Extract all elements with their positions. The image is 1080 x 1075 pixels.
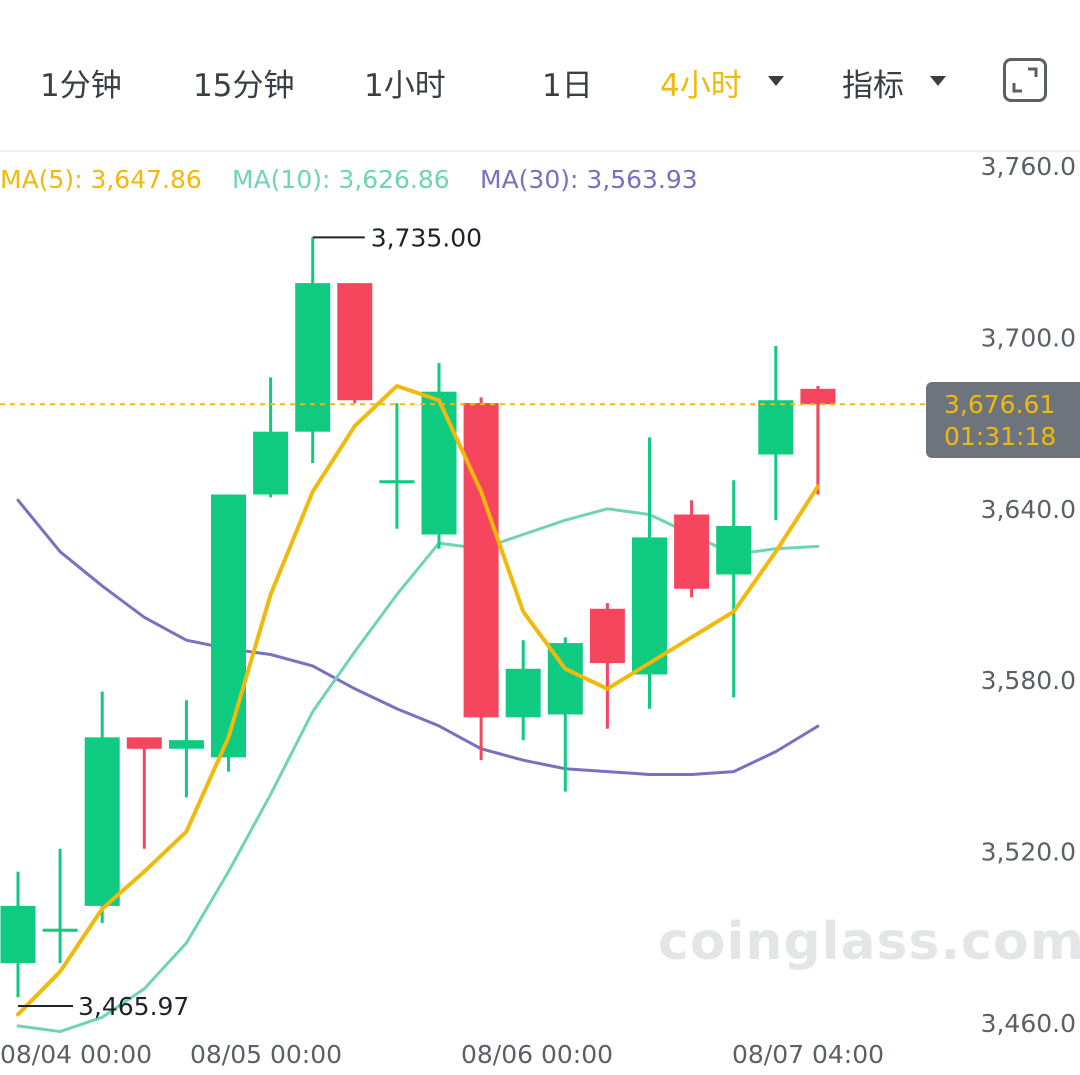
price-axis-tick-label: 3,640.0: [981, 495, 1076, 524]
time-axis-tick-label: 08/04 00:00: [0, 1040, 152, 1069]
candle: [716, 480, 752, 698]
candle: [168, 700, 204, 798]
candlestick-chart[interactable]: 3,760.0 3,700.0 3,640.0 3,580.0 3,520.0 3,460…: [0, 0, 1080, 1075]
low-price-label: 3,465.97: [78, 992, 189, 1021]
candle: [42, 848, 78, 964]
candle: [421, 363, 457, 549]
candle: [337, 283, 373, 404]
price-axis-tick-label: 3,760.0: [981, 152, 1076, 181]
candle-body: [42, 928, 78, 932]
candle-body: [463, 403, 499, 718]
candle-body: [337, 283, 373, 401]
price-axis-tick-label: 3,460.0: [981, 1009, 1076, 1038]
candle-body: [379, 480, 415, 484]
candle-body: [674, 514, 710, 589]
candle-body: [211, 494, 246, 758]
time-axis-tick-label: 08/07 04:00: [732, 1040, 884, 1069]
candle-body: [126, 737, 162, 749]
current-price-value: 3,676.61: [944, 390, 1056, 419]
price-axis-tick-label: 3,520.0: [981, 838, 1076, 867]
candle-body: [505, 668, 541, 718]
candle: [84, 691, 120, 924]
candle-body: [800, 388, 836, 405]
candle-body: [0, 905, 36, 964]
current-price-tag: 3,676.61 01:31:18: [926, 382, 1080, 458]
candle-body: [84, 737, 120, 906]
candle: [211, 494, 246, 772]
candle: [758, 345, 794, 521]
candle-body: [421, 391, 457, 535]
candle-body: [168, 740, 204, 749]
candle: [0, 871, 36, 998]
price-axis: 3,760.0 3,700.0 3,640.0 3,580.0 3,520.0 3,460…: [981, 152, 1076, 1038]
candle-body: [295, 283, 331, 432]
candle-body: [716, 525, 752, 575]
candle: [674, 500, 710, 598]
candle: [379, 403, 415, 529]
candle-body: [253, 431, 289, 495]
time-axis-tick-label: 08/05 00:00: [190, 1040, 342, 1069]
candle: [800, 385, 836, 495]
time-axis: 08/04 00:00 08/05 00:00 08/06 00:00 08/07 0…: [0, 1040, 884, 1069]
time-axis-tick-label: 08/06 00:00: [461, 1040, 613, 1069]
price-axis-tick-label: 3,700.0: [981, 323, 1076, 352]
ma5-line: [16, 383, 820, 1017]
candle: [253, 377, 289, 498]
candle: [632, 437, 667, 709]
candle: [126, 737, 162, 849]
ma5-series: [16, 383, 820, 1017]
candle-body: [589, 608, 625, 664]
candle-body: [758, 400, 794, 455]
candle: [505, 640, 541, 741]
price-axis-tick-label: 3,580.0: [981, 666, 1076, 695]
candle-countdown: 01:31:18: [944, 422, 1057, 451]
candle: [589, 603, 625, 729]
high-price-label: 3,735.00: [371, 223, 482, 252]
candles: [0, 237, 836, 998]
candle: [295, 237, 331, 464]
candle: [463, 397, 499, 761]
